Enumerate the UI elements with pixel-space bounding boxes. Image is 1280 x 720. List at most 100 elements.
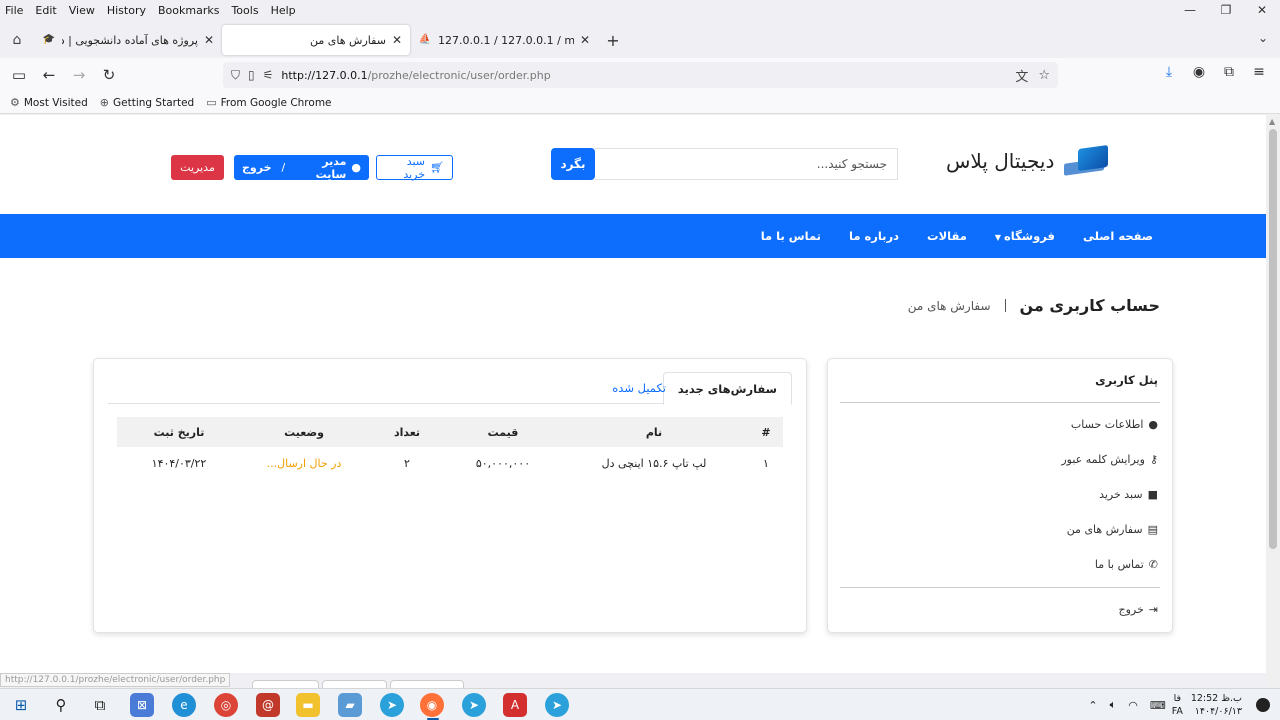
- menu-bookmarks[interactable]: Bookmarks: [152, 4, 225, 17]
- taskbar-preview: [322, 680, 387, 688]
- page-info-icon[interactable]: ▯: [248, 68, 255, 82]
- sidebar-item-change-password[interactable]: ⚷ ویرایش کلمه عبور: [1061, 453, 1158, 466]
- permissions-icon[interactable]: ⚟: [263, 68, 274, 82]
- cart-button[interactable]: 🛒︎ سبد خرید: [376, 155, 453, 181]
- firefox-icon[interactable]: ◉: [420, 693, 444, 717]
- logout-link[interactable]: خروج: [242, 161, 272, 174]
- search-input[interactable]: [595, 148, 898, 180]
- scroll-up-icon[interactable]: ▲: [1269, 117, 1275, 126]
- chevron-down-icon[interactable]: ⌄: [1258, 31, 1268, 45]
- app-icon[interactable]: @: [256, 693, 280, 717]
- keyboard-icon[interactable]: ⌨: [1150, 699, 1166, 712]
- menu-file[interactable]: File: [0, 4, 29, 17]
- reload-icon[interactable]: ↻: [94, 66, 124, 84]
- back-icon[interactable]: ←: [34, 66, 64, 84]
- telegram-icon[interactable]: ➤: [462, 693, 486, 717]
- cart-icon: 🛒︎: [430, 161, 444, 174]
- tab-projects[interactable]: 🎓 پروژه های آماده دانشجویی | دانلود ✕: [34, 25, 222, 55]
- system-tray: ⌃ 🔈︎ ◠ ⌨ فا FA ب.ظ 12:52 ۱۴۰۴/۰۶/۱۳ 6: [1082, 689, 1280, 720]
- sidebar-item-cart[interactable]: ■ سبد خرید: [1099, 488, 1158, 501]
- globe-icon: ⊕: [99, 96, 110, 109]
- row-name: لپ تاپ ۱۵.۶ اینچی دل: [601, 456, 707, 470]
- minimize-button[interactable]: —: [1172, 0, 1208, 20]
- bookmark-from-chrome[interactable]: ▭ From Google Chrome: [206, 96, 331, 109]
- sidebar-logout[interactable]: ⇥ خروج: [1118, 603, 1158, 616]
- account-icon[interactable]: ◉: [1184, 64, 1214, 80]
- sidebar-toggle-icon[interactable]: ▭: [4, 66, 34, 84]
- site-logo[interactable]: دیجیتال پلاس: [946, 143, 1112, 179]
- tab-manager-icon[interactable]: ⌂: [0, 32, 34, 48]
- bookmark-star-icon[interactable]: ☆: [1038, 68, 1050, 83]
- forward-icon[interactable]: →: [64, 66, 94, 84]
- column-header-name: نام: [559, 417, 749, 447]
- web-page: دیجیتال پلاس بگرد 🛒︎ سبد خرید ● مدیر سای…: [0, 115, 1266, 673]
- nav-shop[interactable]: فروشگاه▼: [981, 229, 1069, 243]
- sidebar-item-contact[interactable]: ✆ تماس با ما: [1095, 558, 1158, 571]
- menu-tools[interactable]: Tools: [225, 4, 264, 17]
- user-menu-button[interactable]: ● مدیر سایت / خروج: [234, 155, 369, 181]
- url-bar[interactable]: ⛉ ▯ ⚟ http://127.0.0.1/prozhe/electronic…: [223, 62, 1058, 88]
- wifi-icon[interactable]: ◠: [1128, 699, 1138, 712]
- page-scrollbar[interactable]: ▲: [1266, 115, 1280, 688]
- nav-articles[interactable]: مقالات: [913, 229, 981, 243]
- user-name[interactable]: مدیر سایت: [295, 155, 347, 181]
- tab-completed-orders[interactable]: تکمیل شده: [598, 372, 680, 404]
- translate-icon[interactable]: 文: [1015, 66, 1028, 85]
- extensions-icon[interactable]: ⧉: [1214, 64, 1244, 80]
- acrobat-icon[interactable]: A: [503, 693, 527, 717]
- user-icon: ●: [351, 161, 361, 174]
- nav-home[interactable]: صفحه اصلی: [1069, 229, 1167, 243]
- nav-contact[interactable]: تماس با ما: [747, 229, 835, 243]
- admin-button[interactable]: مدیریت: [171, 155, 224, 180]
- row-index: ۱: [763, 456, 769, 470]
- edge-icon[interactable]: e: [172, 693, 196, 717]
- menu-hamburger-icon[interactable]: ≡: [1244, 64, 1274, 80]
- restore-button[interactable]: ❐: [1208, 0, 1244, 20]
- orders-table: # نام قیمت تعداد وضعیت تاریخ ثبت ۱ لپ تا…: [117, 417, 783, 479]
- windows-start-icon[interactable]: ⊞: [9, 693, 33, 717]
- sidebar-item-account-info[interactable]: ● اطلاعات حساب: [1071, 418, 1158, 431]
- chrome-icon[interactable]: ◎: [214, 693, 238, 717]
- file-explorer-icon[interactable]: ▬: [296, 693, 320, 717]
- store-icon[interactable]: ⊠: [130, 693, 154, 717]
- menu-help[interactable]: Help: [265, 4, 302, 17]
- column-header-qty: تعداد: [367, 417, 447, 447]
- task-view-icon[interactable]: ⧉: [88, 693, 112, 717]
- notes-icon[interactable]: ▰: [338, 693, 362, 717]
- row-price: ۵۰,۰۰۰,۰۰۰: [475, 456, 531, 470]
- notification-icon[interactable]: 6: [1256, 698, 1270, 712]
- menu-history[interactable]: History: [101, 4, 152, 17]
- taskbar-preview: [390, 680, 464, 688]
- taskbar-preview: [252, 680, 319, 688]
- chevron-up-icon[interactable]: ⌃: [1088, 699, 1097, 712]
- download-icon[interactable]: ⤓: [1154, 64, 1184, 80]
- new-tab-icon[interactable]: +: [598, 31, 628, 50]
- close-tab-icon[interactable]: ✕: [204, 33, 214, 47]
- sidebar-item-my-orders[interactable]: ▤ سفارش های من: [1067, 523, 1158, 536]
- tab-new-orders[interactable]: سفارش‌های جدید: [662, 372, 792, 405]
- shield-icon[interactable]: ⛉: [231, 68, 240, 83]
- gear-icon: ⚙: [10, 96, 20, 109]
- menu-edit[interactable]: Edit: [29, 4, 62, 17]
- nav-about[interactable]: درباره ما: [835, 229, 913, 243]
- close-tab-icon[interactable]: ✕: [580, 33, 590, 47]
- telegram-icon[interactable]: ➤: [545, 693, 569, 717]
- url-text[interactable]: http://127.0.0.1/prozhe/electronic/user/…: [281, 69, 1005, 82]
- menu-view[interactable]: View: [63, 4, 101, 17]
- scrollbar-thumb[interactable]: [1269, 129, 1277, 549]
- close-window-button[interactable]: ✕: [1244, 0, 1280, 20]
- tab-phpmyadmin[interactable]: ⛵ 127.0.0.1 / 127.0.0.1 / maccessory ✕: [410, 25, 598, 55]
- bookmark-getting-started[interactable]: ⊕ Getting Started: [100, 96, 194, 109]
- page-heading: حساب کاربری من سفارش های من: [908, 296, 1160, 315]
- telegram-icon[interactable]: ➤: [380, 693, 404, 717]
- clock[interactable]: ب.ظ 12:52 ۱۴۰۴/۰۶/۱۳: [1191, 692, 1242, 718]
- language-indicator[interactable]: فا FA: [1172, 692, 1183, 718]
- bookmark-most-visited[interactable]: ⚙ Most Visited: [10, 96, 88, 109]
- search-button[interactable]: بگرد: [551, 148, 595, 180]
- close-tab-icon[interactable]: ✕: [392, 33, 402, 47]
- volume-icon[interactable]: 🔈︎: [1110, 698, 1117, 712]
- laptop-logo-icon: [1064, 143, 1112, 179]
- search-icon[interactable]: ⚲: [49, 693, 73, 717]
- tab-my-orders[interactable]: سفارش های من ✕: [222, 25, 410, 55]
- main-navigation: صفحه اصلی فروشگاه▼ مقالات درباره ما تماس…: [0, 214, 1266, 258]
